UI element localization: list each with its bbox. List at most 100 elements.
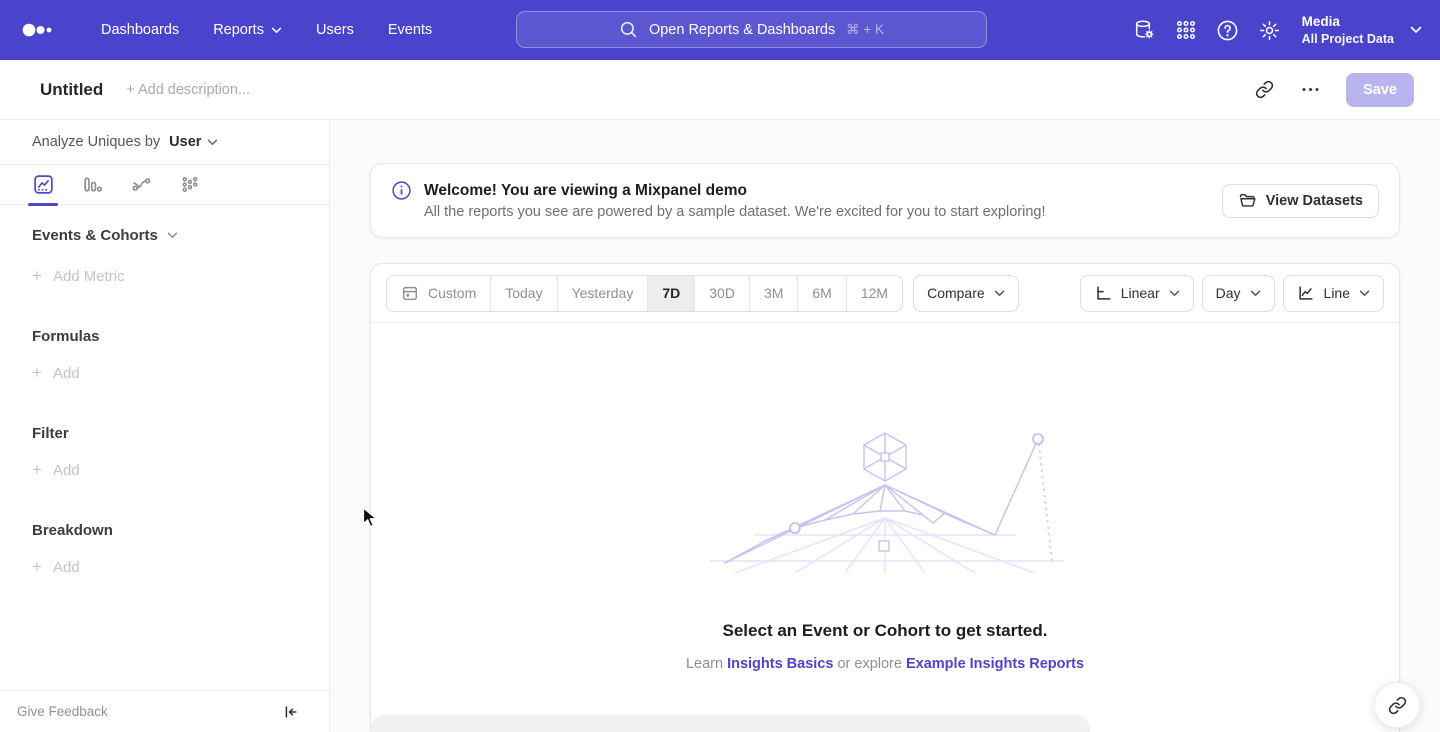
date-range-button[interactable]: 30D — [695, 276, 750, 311]
database-gear-icon — [1132, 18, 1156, 42]
settings-button[interactable] — [1252, 12, 1288, 48]
tab-scatter[interactable] — [177, 165, 203, 205]
main-content: Welcome! You are viewing a Mixpanel demo… — [330, 120, 1440, 732]
date-range-button[interactable]: Yesterday — [558, 276, 649, 311]
events-cohorts-section[interactable]: Events & Cohorts — [32, 227, 297, 244]
sidebar-footer: Give Feedback — [0, 690, 329, 732]
empty-state-illustration — [695, 423, 1075, 573]
plus-icon — [32, 558, 42, 576]
calendar-icon — [401, 284, 419, 302]
bar-chart-icon — [81, 173, 104, 196]
breakdown-section-title: Breakdown — [32, 522, 297, 539]
mixpanel-logo[interactable] — [0, 22, 84, 38]
info-icon — [391, 180, 412, 201]
axis-icon — [1094, 284, 1112, 302]
interval-select[interactable]: Day — [1202, 275, 1275, 312]
chevron-down-icon — [1359, 290, 1370, 297]
date-range-button[interactable]: 6M — [798, 276, 846, 311]
more-options-button[interactable] — [1298, 78, 1322, 102]
date-range-button[interactable]: 12M — [847, 276, 902, 311]
chevron-down-icon — [271, 27, 282, 34]
date-range-button[interactable]: Today — [491, 276, 557, 311]
analyze-row: Analyze Uniques by User — [0, 120, 329, 165]
gear-icon — [1258, 19, 1281, 42]
logo-dots-icon — [22, 22, 58, 38]
chevron-down-icon — [1250, 290, 1261, 297]
collapse-left-icon — [281, 703, 299, 721]
add-filter-button[interactable]: Add — [32, 461, 297, 479]
ellipsis-icon — [1309, 88, 1312, 91]
banner-subtitle: All the reports you see are powered by a… — [424, 204, 1046, 220]
date-range-control: Custom Today Yesterday 7D 30D — [386, 275, 903, 312]
banner-title: Welcome! You are viewing a Mixpanel demo — [424, 182, 1046, 200]
nav-reports[interactable]: Reports — [196, 0, 299, 60]
tab-flow-chart[interactable] — [128, 165, 154, 205]
share-link-floating-button[interactable] — [1374, 682, 1420, 728]
nav-events[interactable]: Events — [371, 0, 449, 60]
tab-bar-chart[interactable] — [79, 165, 105, 205]
flow-icon — [130, 173, 153, 196]
query-sections: Events & Cohorts Add Metric Formulas Add… — [0, 205, 329, 690]
topnav-right-controls: Media All Project Data — [1126, 12, 1440, 48]
view-datasets-button[interactable]: View Datasets — [1222, 184, 1379, 218]
insights-basics-link[interactable]: Insights Basics — [727, 656, 833, 672]
help-button[interactable] — [1210, 12, 1246, 48]
plus-icon — [32, 364, 42, 382]
plus-icon — [32, 267, 42, 285]
give-feedback-link[interactable]: Give Feedback — [17, 704, 108, 719]
mixpanel-insights-page: Dashboards Reports Users Events Open Rep… — [0, 0, 1440, 732]
report-title[interactable]: Untitled — [40, 80, 103, 100]
line-chart-icon — [32, 173, 55, 196]
add-formula-button[interactable]: Add — [32, 364, 297, 382]
filter-section-title: Filter — [32, 425, 297, 442]
search-shortcut: ⌘ + K — [846, 22, 884, 38]
next-section-peek[interactable] — [370, 715, 1090, 732]
chart-type-select[interactable]: Line — [1283, 275, 1384, 312]
search-placeholder: Open Reports & Dashboards — [649, 22, 835, 38]
data-management-button[interactable] — [1126, 12, 1162, 48]
analyze-unit-select[interactable]: User — [169, 134, 218, 150]
project-scope: All Project Data — [1302, 31, 1394, 47]
apps-grid-button[interactable] — [1168, 12, 1204, 48]
add-metric-button[interactable]: Add Metric — [32, 267, 297, 285]
help-icon — [1216, 19, 1239, 42]
scatter-dots-icon — [179, 173, 202, 196]
banner-texts: Welcome! You are viewing a Mixpanel demo… — [424, 182, 1046, 220]
add-breakdown-button[interactable]: Add — [32, 558, 297, 576]
chevron-down-icon — [207, 139, 218, 146]
report-description-placeholder[interactable]: + Add description... — [126, 82, 250, 98]
nav-users[interactable]: Users — [299, 0, 371, 60]
copy-link-button[interactable] — [1255, 80, 1274, 99]
empty-state-title: Select an Event or Cohort to get started… — [723, 621, 1048, 641]
link-icon — [1255, 80, 1274, 99]
welcome-banner: Welcome! You are viewing a Mixpanel demo… — [370, 163, 1400, 238]
plus-icon — [32, 461, 42, 479]
save-button[interactable]: Save — [1346, 73, 1414, 107]
report-header-actions: Save — [1255, 73, 1414, 107]
date-range-custom-button[interactable]: Custom — [387, 276, 491, 311]
example-insights-reports-link[interactable]: Example Insights Reports — [906, 656, 1084, 672]
primary-nav: Dashboards Reports Users Events — [84, 0, 449, 60]
chevron-down-icon — [167, 232, 178, 239]
chevron-down-icon[interactable] — [1410, 21, 1422, 39]
empty-state: Select an Event or Cohort to get started… — [371, 323, 1399, 732]
line-chart-icon — [1297, 284, 1315, 302]
tab-line-chart[interactable] — [30, 165, 56, 205]
chevron-down-icon — [994, 290, 1005, 297]
date-range-button[interactable]: 7D — [648, 276, 695, 311]
top-navigation-bar: Dashboards Reports Users Events Open Rep… — [0, 0, 1440, 60]
global-search[interactable]: Open Reports & Dashboards ⌘ + K — [516, 11, 987, 48]
nav-dashboards[interactable]: Dashboards — [84, 0, 196, 60]
grid-dots-icon — [1175, 19, 1197, 41]
analyze-label: Analyze Uniques by — [32, 134, 160, 150]
project-name: Media — [1302, 13, 1394, 31]
collapse-sidebar-button[interactable] — [281, 703, 299, 721]
search-icon — [619, 20, 638, 39]
date-range-button[interactable]: 3M — [750, 276, 798, 311]
empty-state-subtext: Learn Insights Basics or explore Example… — [686, 656, 1084, 672]
project-switcher[interactable]: Media All Project Data — [1302, 13, 1394, 47]
scale-select[interactable]: Linear — [1080, 275, 1194, 312]
compare-button[interactable]: Compare — [913, 275, 1019, 312]
formulas-section-title: Formulas — [32, 328, 297, 345]
query-builder-sidebar: Analyze Uniques by User — [0, 120, 330, 732]
